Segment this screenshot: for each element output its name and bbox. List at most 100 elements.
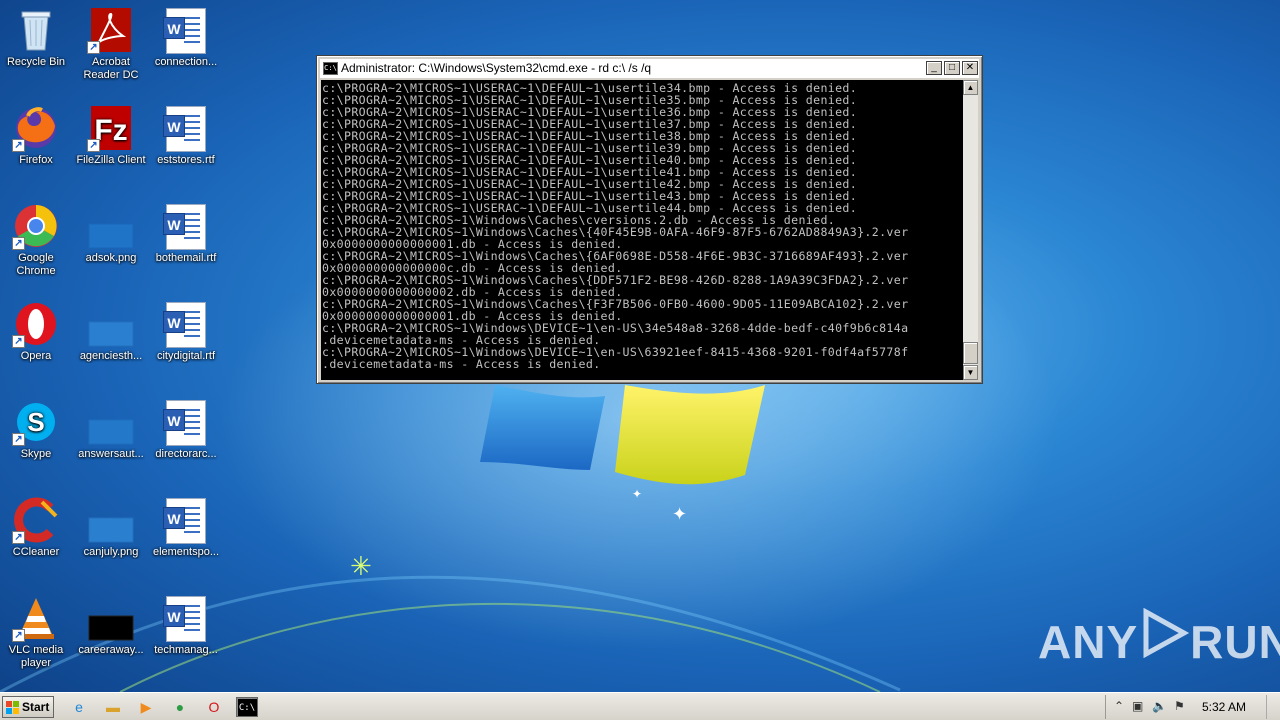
desktop-icon-label: CCleaner [12, 546, 60, 558]
desktop-icon-label: Skype [20, 448, 52, 460]
image-file-icon [87, 496, 135, 544]
desktop-icon-label: bothemail.rtf [155, 252, 217, 264]
svg-text:✳: ✳ [350, 552, 372, 582]
media-player-icon[interactable]: ▶ [135, 697, 157, 717]
clock[interactable]: 5:32 AM [1202, 700, 1246, 714]
desktop-icon-citydigital[interactable]: W citydigital.rtf [148, 300, 224, 363]
svg-text:✦: ✦ [672, 504, 687, 525]
chrome-icon: ↗ [12, 202, 60, 250]
desktop-icon-label: elementspo... [152, 546, 220, 558]
desktop-icon-canjuly[interactable]: canjuly.png [73, 496, 149, 559]
start-label: Start [22, 700, 50, 714]
desktop-icon-label: answersaut... [78, 448, 144, 460]
system-tray: ⌃ ▣ 🔈 ⚑ 5:32 AM [1105, 695, 1280, 719]
volume-icon[interactable]: 🔈 [1152, 699, 1167, 713]
cmd-title-bar[interactable]: C:\ Administrator: C:\Windows\System32\c… [320, 59, 979, 78]
desktop-icon-google-chrome[interactable]: ↗ Google Chrome [0, 202, 74, 278]
network-flag-icon[interactable]: ⚑ [1174, 699, 1185, 713]
desktop-icon-agenciesth[interactable]: agenciesth... [73, 300, 149, 363]
ccleaner-icon: ↗ [12, 496, 60, 544]
word-document-icon: W [162, 496, 210, 544]
recycle-bin-icon [12, 6, 60, 54]
chrome-icon[interactable]: ● [169, 697, 191, 717]
desktop-icon-label: techmanag... [154, 644, 218, 656]
show-hidden-icons-icon[interactable]: ⌃ [1114, 699, 1124, 713]
close-button[interactable]: ✕ [962, 61, 978, 75]
desktop-icon-label: directorarc... [155, 448, 217, 460]
filezilla-icon: Fz ↗ [87, 104, 135, 152]
play-logo-icon [1138, 607, 1190, 669]
desktop-icon-label: connection... [154, 56, 218, 68]
desktop-icon-label: Google Chrome [16, 252, 56, 277]
image-file-icon [87, 594, 135, 642]
desktop-icon-techmanag[interactable]: W techmanag... [148, 594, 224, 657]
shortcut-arrow-icon: ↗ [12, 237, 25, 250]
shortcut-arrow-icon: ↗ [12, 335, 25, 348]
desktop-icon-label: Opera [20, 350, 52, 362]
shortcut-arrow-icon: ↗ [12, 531, 25, 544]
action-center-icon[interactable]: ▣ [1132, 699, 1143, 713]
scrollbar-thumb[interactable] [963, 342, 978, 364]
word-document-icon: W [162, 594, 210, 642]
desktop-icon-vlc[interactable]: ↗ VLC media player [0, 594, 74, 670]
shortcut-arrow-icon: ↗ [12, 433, 25, 446]
word-document-icon: W [162, 398, 210, 446]
desktop-icon-acrobat-reader[interactable]: ↗ Acrobat Reader DC [73, 6, 149, 82]
desktop-icon-label: careeraway... [78, 644, 144, 656]
desktop-icon-label: citydigital.rtf [156, 350, 216, 362]
watermark-left-text: ANY [1038, 616, 1139, 668]
opera-icon[interactable]: O [203, 697, 225, 717]
window-title: Administrator: C:\Windows\System32\cmd.e… [341, 61, 652, 75]
desktop-icon-firefox[interactable]: ↗ Firefox [0, 104, 74, 167]
vlc-icon: ↗ [12, 594, 60, 642]
cmd-icon[interactable]: C:\ [236, 697, 258, 717]
console-line: .devicemetadata-ms - Access is denied. [322, 357, 601, 371]
skype-icon: S ↗ [12, 398, 60, 446]
desktop-icon-label: eststores.rtf [157, 154, 215, 166]
windows-logo-icon [6, 701, 19, 714]
acrobat-reader-icon: ↗ [87, 6, 135, 54]
watermark-right-text: RUN [1190, 616, 1280, 668]
shortcut-arrow-icon: ↗ [87, 139, 100, 152]
minimize-button[interactable]: _ [926, 61, 942, 75]
word-document-icon: W [162, 6, 210, 54]
explorer-folder-icon[interactable]: ▬ [102, 697, 124, 717]
desktop-icon-answersaut[interactable]: answersaut... [73, 398, 149, 461]
desktop-icon-adsok[interactable]: adsok.png [73, 202, 149, 265]
desktop-icon-eststores[interactable]: W eststores.rtf [148, 104, 224, 167]
cmd-icon: C:\ [323, 62, 338, 75]
shortcut-arrow-icon: ↗ [12, 139, 25, 152]
desktop-icon-recycle-bin[interactable]: Recycle Bin [0, 6, 74, 69]
word-document-icon: W [162, 104, 210, 152]
start-button[interactable]: Start [2, 696, 54, 718]
desktop-icon-ccleaner[interactable]: ↗ CCleaner [0, 496, 74, 559]
desktop-icon-label: Firefox [19, 154, 53, 166]
opera-icon: ↗ [12, 300, 60, 348]
desktop-icon-connection[interactable]: W connection... [148, 6, 224, 69]
svg-text:✦: ✦ [632, 487, 642, 501]
desktop-icon-label: adsok.png [85, 252, 137, 264]
maximize-button[interactable]: □ [944, 61, 960, 75]
desktop-icon-filezilla[interactable]: Fz ↗ FileZilla Client [73, 104, 149, 167]
desktop-icon-skype[interactable]: S ↗ Skype [0, 398, 74, 461]
vertical-scrollbar[interactable]: ▲ ▼ [963, 80, 978, 380]
scroll-up-arrow-icon[interactable]: ▲ [963, 80, 978, 95]
shortcut-arrow-icon: ↗ [87, 41, 100, 54]
desktop-icon-opera[interactable]: ↗ Opera [0, 300, 74, 363]
desktop-icon-directorarc[interactable]: W directorarc... [148, 398, 224, 461]
cmd-window[interactable]: C:\ Administrator: C:\Windows\System32\c… [316, 55, 983, 384]
desktop-icon-label: canjuly.png [83, 546, 139, 558]
image-file-icon [87, 398, 135, 446]
console-output[interactable]: c:\PROGRA~2\MICROS~1\USERAC~1\DEFAUL~1\u… [321, 80, 963, 380]
internet-explorer-icon[interactable]: e [68, 697, 90, 717]
svg-text:S: S [27, 407, 44, 437]
show-desktop-button[interactable] [1266, 695, 1280, 719]
desktop-icon-bothemail[interactable]: W bothemail.rtf [148, 202, 224, 265]
desktop-icon-careeraway[interactable]: careeraway... [73, 594, 149, 657]
word-document-icon: W [162, 202, 210, 250]
shortcut-arrow-icon: ↗ [12, 629, 25, 642]
desktop-icon-label: Acrobat Reader DC [83, 56, 139, 81]
desktop-icon-elementspo[interactable]: W elementspo... [148, 496, 224, 559]
anyrun-watermark: ANY RUN [1038, 607, 1280, 669]
scroll-down-arrow-icon[interactable]: ▼ [963, 365, 978, 380]
